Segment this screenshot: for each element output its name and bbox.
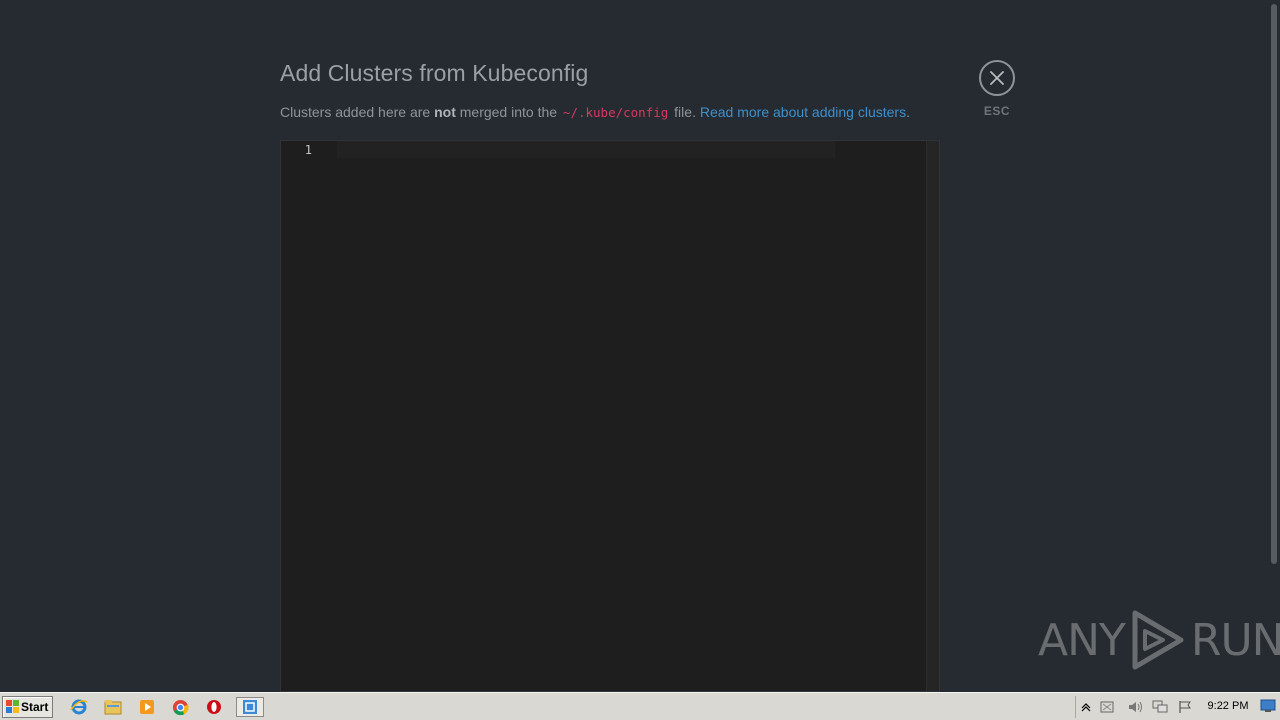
subtitle-prefix: Clusters added here are [280,104,435,120]
tray-divider [1075,696,1076,718]
editor-scrollbar[interactable] [926,141,939,691]
editor-gutter: 1 [281,141,337,691]
windows-taskbar: Start 9:22 PM [0,692,1280,720]
taskbar-chrome[interactable] [169,697,191,717]
config-path: ~/.kube/config [562,105,669,120]
show-hidden-icons-icon [1081,703,1091,712]
taskbar-internet-explorer[interactable] [68,697,90,717]
editor-current-line[interactable] [337,141,835,158]
watermark-left-text: ANY [1038,614,1126,666]
windows-logo-icon [6,700,19,713]
flag-icon [1179,701,1191,713]
page-scrollbar-thumb[interactable] [1271,4,1277,564]
opera-icon [207,700,221,714]
taskbar-clock[interactable]: 9:22 PM [1201,700,1255,712]
taskbar-opera[interactable] [203,697,225,717]
start-label: Start [21,700,49,714]
lens-app-window: Add Clusters from Kubeconfig Clusters ad… [0,0,1280,692]
page-title: Add Clusters from Kubeconfig [280,60,589,86]
subtitle-emphasis: not [434,104,456,120]
close-icon [990,71,1004,85]
read-more-link[interactable]: Read more about adding clusters [700,104,906,120]
action-center-icon [1100,701,1114,713]
tray-volume[interactable] [1128,699,1144,715]
taskbar-lens-app[interactable] [236,697,264,717]
subtitle-end: . [906,104,910,120]
taskbar-file-explorer[interactable] [102,697,124,717]
dialog-subtitle: Clusters added here are not merged into … [280,104,910,120]
subtitle-suffix: file. [670,104,700,120]
play-logo-icon [1132,610,1184,670]
close-control: ESC [979,60,1015,118]
tray-action-center[interactable] [1099,699,1115,715]
desktop-icon [1260,699,1276,712]
internet-explorer-icon [70,699,88,715]
anyrun-watermark: ANY RUN [1038,608,1280,672]
esc-label: ESC [983,104,1011,118]
close-button[interactable] [979,60,1015,96]
tray-flag[interactable] [1177,699,1193,715]
subtitle-middle: merged into the [455,104,561,120]
chrome-icon [172,699,189,715]
tray-network[interactable] [1152,699,1168,715]
tray-show-hidden[interactable] [1078,699,1094,715]
watermark-right-text: RUN [1190,614,1280,666]
lens-app-icon [243,700,257,714]
taskbar-media-player[interactable] [136,697,158,717]
file-explorer-icon [104,700,122,715]
media-player-icon [140,700,154,714]
start-button[interactable]: Start [2,696,53,718]
page-scrollbar[interactable] [1268,0,1280,692]
line-number: 1 [304,143,312,157]
kubeconfig-editor[interactable]: 1 [280,140,940,692]
network-icon [1152,700,1168,713]
volume-icon [1129,701,1142,713]
show-desktop-button[interactable] [1260,699,1276,713]
